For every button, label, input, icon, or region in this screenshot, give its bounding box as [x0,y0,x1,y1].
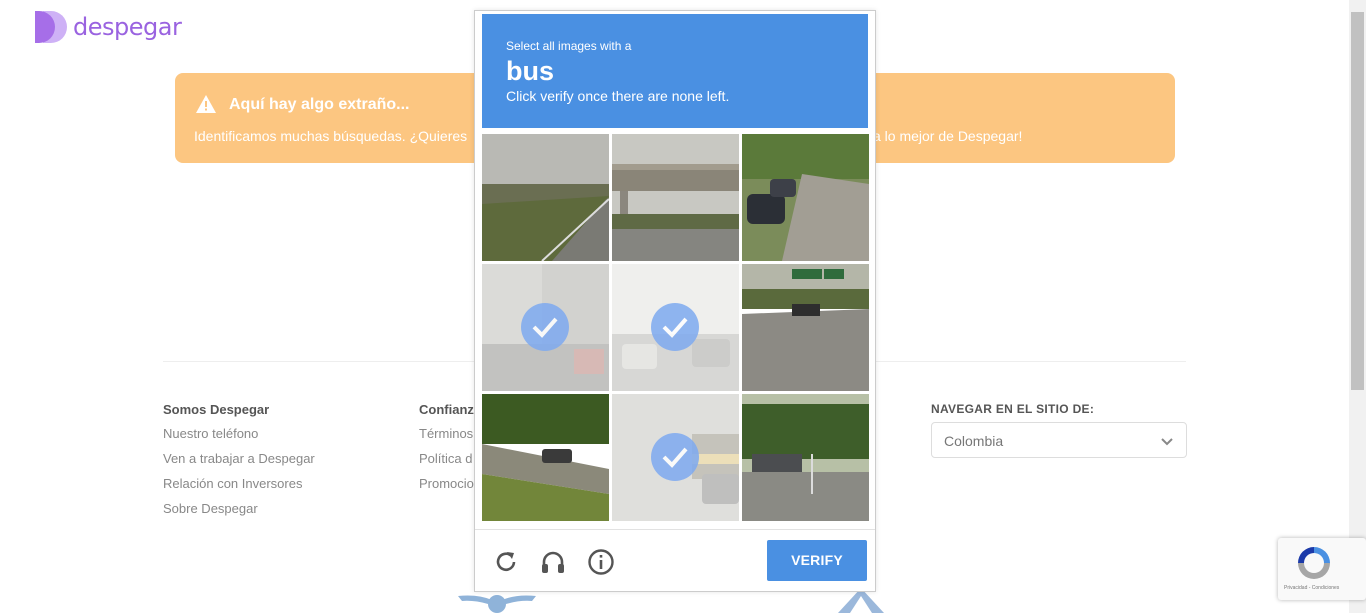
captcha-tile[interactable] [612,134,739,261]
recaptcha-logo-icon [1298,547,1330,579]
captcha-dialog: Select all images with a bus Click verif… [474,10,876,592]
captcha-tile[interactable] [742,134,869,261]
street-cars-image [742,134,869,261]
reload-icon[interactable] [492,548,520,576]
page-scrollbar[interactable] [1349,0,1366,613]
captcha-tile-selected[interactable] [612,394,739,521]
recaptcha-badge[interactable]: Privacidad - Condiciones [1278,538,1366,600]
highway-sign-image [742,264,869,391]
captcha-target: bus [506,56,555,86]
roadside-image [742,394,869,521]
wings-seal-icon [458,595,536,613]
footer-link-trabajar[interactable]: Ven a trabajar a Despegar [163,451,315,467]
captcha-tile[interactable] [482,134,609,261]
footer-link-sobre[interactable]: Sobre Despegar [163,501,315,517]
selected-check-icon [521,303,569,351]
captcha-tile[interactable] [482,394,609,521]
verify-button[interactable]: VERIFY [767,540,867,581]
captcha-instructions: Select all images with a bus Click verif… [482,14,868,128]
banner-message-end: a lo mejor de Despegar! [873,128,1023,144]
info-icon[interactable] [587,548,615,576]
captcha-tile[interactable] [742,264,869,391]
country-select-value: Colombia [944,433,1004,449]
site-nav: NAVEGAR EN EL SITIO DE: [931,402,1094,416]
captcha-tile-selected[interactable] [612,264,739,391]
scrollbar-thumb[interactable] [1351,12,1364,390]
despegar-logo[interactable]: despegar [35,11,182,43]
captcha-tile-selected[interactable] [482,264,609,391]
grass-road-image [482,394,609,521]
recaptcha-links[interactable]: Privacidad - Condiciones [1284,585,1339,591]
selected-check-icon [651,433,699,481]
footer-heading: Confianz [419,402,474,417]
footer-link-terminos[interactable]: Términos [419,426,474,442]
road-image [482,134,609,261]
chevron-down-icon [1161,438,1173,446]
captcha-instruction: Click verify once there are none left. [506,88,730,104]
warning-icon [196,95,216,113]
footer-link-politica[interactable]: Política d [419,451,474,467]
captcha-tile[interactable] [742,394,869,521]
footer-link-promociones[interactable]: Promocio [419,476,474,492]
site-nav-heading: NAVEGAR EN EL SITIO DE: [931,402,1095,416]
footer-column-somos: Somos Despegar Nuestro teléfono Ven a tr… [163,402,315,526]
footer-link-telefono[interactable]: Nuestro teléfono [163,426,315,442]
selected-check-icon [651,303,699,351]
captcha-prompt: Select all images with a [506,39,632,53]
footer-link-inversores[interactable]: Relación con Inversores [163,476,315,492]
banner-title: Aquí hay algo extraño... [229,96,410,113]
captcha-image-grid [482,134,869,521]
banner-message: Identificamos muchas búsquedas. ¿Quieres [194,128,468,144]
footer-heading: Somos Despegar [163,402,270,417]
country-select[interactable]: Colombia [931,422,1187,458]
footer-column-confianza: Confianz Términos Política d Promocio [419,402,474,501]
captcha-footer-divider [475,529,875,530]
overpass-image [612,134,739,261]
audio-icon[interactable] [539,548,567,576]
logo-text: despegar [73,13,182,41]
logo-mark-icon [35,11,67,43]
